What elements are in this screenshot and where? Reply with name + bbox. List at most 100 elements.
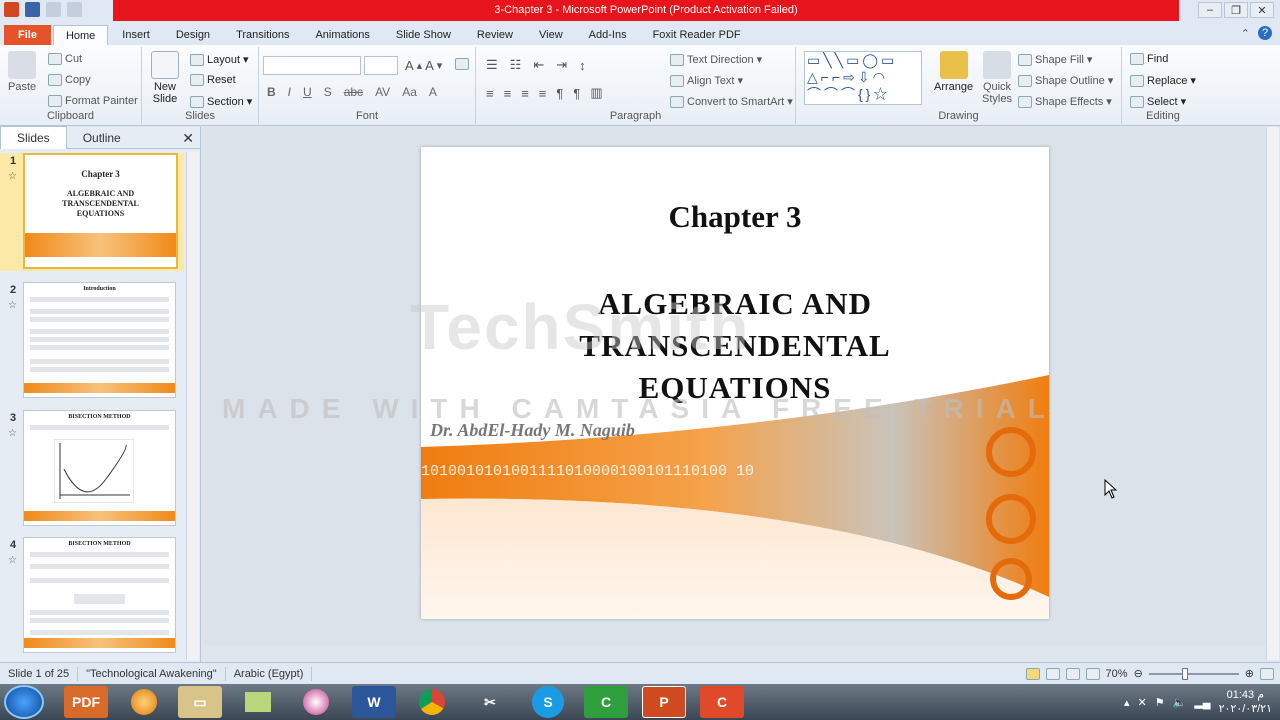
restore-button[interactable]: ❐	[1224, 2, 1248, 18]
quick-styles-button[interactable]: Quick Styles	[980, 51, 1014, 105]
slide-sorter-icon[interactable]	[1045, 667, 1060, 680]
slide-thumbnail-2[interactable]: 2 ☆ Introduction	[0, 282, 184, 400]
snipping-tool-icon[interactable]: ✂	[468, 686, 512, 718]
slide-thumbnail-4[interactable]: 4 ☆ BISECTION METHOD	[0, 537, 184, 655]
section-button[interactable]: Section ▾	[190, 95, 252, 108]
editor-scrollbar[interactable]	[1266, 127, 1279, 660]
slideshow-icon[interactable]	[1085, 667, 1100, 680]
justify-icon[interactable]: ≡	[539, 86, 547, 101]
strikethrough-icon[interactable]: abc	[344, 85, 363, 99]
tab-foxit[interactable]: Foxit Reader PDF	[641, 25, 753, 45]
tab-home[interactable]: Home	[52, 25, 109, 45]
align-buttons[interactable]: ≡ ≡ ≡ ≡ ¶ ¶ ▥	[486, 85, 603, 101]
slide-thumbnail-3[interactable]: 3 ☆ BISECTION METHOD	[0, 410, 184, 528]
new-slide-button[interactable]: New Slide	[148, 51, 182, 105]
bullets-icon[interactable]: ☰	[486, 57, 498, 73]
flag-icon[interactable]: ⚑	[1155, 696, 1165, 709]
undo-icon[interactable]	[46, 2, 61, 17]
fit-to-window-icon[interactable]	[1260, 667, 1274, 680]
tab-view[interactable]: View	[527, 25, 575, 45]
select-button[interactable]: Select ▾	[1130, 95, 1186, 108]
align-right-icon[interactable]: ≡	[521, 86, 529, 101]
word-app-icon[interactable]: W	[352, 686, 396, 718]
reset-button[interactable]: Reset	[190, 74, 236, 86]
tab-review[interactable]: Review	[465, 25, 525, 45]
tab-design[interactable]: Design	[164, 25, 222, 45]
layout-button[interactable]: Layout ▾	[190, 53, 249, 66]
shapes-gallery[interactable]: ▭╲╲▭◯▭ △⌐⌐⇨⇩◠ ⌒⌒⌒{}☆	[804, 51, 922, 105]
grow-font-icon[interactable]: A ▴ A ▾	[405, 58, 442, 73]
copy-button[interactable]: Copy	[48, 74, 91, 86]
shape-fill-button[interactable]: Shape Fill ▾	[1018, 53, 1092, 66]
collapse-ribbon-icon[interactable]: ⌃	[1241, 27, 1250, 40]
decrease-indent-icon[interactable]: ⇤	[533, 57, 544, 73]
align-center-icon[interactable]: ≡	[504, 86, 512, 101]
powerpoint-logo-icon[interactable]	[4, 2, 19, 17]
font-size-field[interactable]	[364, 56, 398, 75]
tab-slides-pane[interactable]: Slides	[0, 126, 67, 149]
shadow-icon[interactable]: S	[324, 85, 332, 99]
pdf-app-icon[interactable]: PDF	[64, 686, 108, 718]
list-buttons[interactable]: ☰ ☷ ⇤ ⇥ ↕	[486, 57, 586, 73]
ltr-icon[interactable]: ¶	[573, 86, 580, 101]
format-painter-button[interactable]: Format Painter	[48, 95, 138, 107]
chrome-app-icon[interactable]	[410, 686, 454, 718]
zoom-in-icon[interactable]: ⊕	[1245, 667, 1254, 680]
normal-view-icon[interactable]	[1025, 667, 1040, 680]
replace-button[interactable]: Replace ▾	[1130, 74, 1196, 87]
camtasia-recorder-icon[interactable]: C	[584, 686, 628, 718]
char-spacing-icon[interactable]: AV	[375, 85, 390, 99]
align-left-icon[interactable]: ≡	[486, 86, 494, 101]
start-button[interactable]	[4, 685, 44, 719]
save-icon[interactable]	[25, 2, 40, 17]
text-direction-button[interactable]: Text Direction ▾	[670, 53, 762, 66]
columns-icon[interactable]: ▥	[590, 85, 602, 101]
tab-file[interactable]: File	[4, 25, 51, 45]
underline-icon[interactable]: U	[303, 85, 312, 99]
slide-canvas[interactable]: 1010010101001111010000100101110100 10 Ch…	[421, 147, 1049, 619]
reading-view-icon[interactable]	[1065, 667, 1080, 680]
tab-outline-pane[interactable]: Outline	[67, 127, 137, 149]
shape-effects-button[interactable]: Shape Effects ▾	[1018, 95, 1112, 108]
signal-icon[interactable]: ▂▄	[1194, 696, 1210, 709]
zoom-level[interactable]: 70%	[1106, 668, 1128, 680]
close-button[interactable]: ✕	[1250, 2, 1274, 18]
clear-format-icon[interactable]	[455, 58, 469, 70]
browser-app-icon[interactable]	[294, 686, 338, 718]
tab-transitions[interactable]: Transitions	[224, 25, 301, 45]
clock[interactable]: 01:43 م ٢٠٢٠/٠٣/٢١	[1219, 688, 1272, 716]
zoom-slider-thumb[interactable]	[1181, 667, 1188, 680]
tab-add-ins[interactable]: Add-Ins	[577, 25, 639, 45]
zoom-out-icon[interactable]: ⊖	[1134, 667, 1143, 680]
tab-insert[interactable]: Insert	[110, 25, 162, 45]
font-style-buttons[interactable]: B I U Sabc AV Aa A	[267, 85, 437, 99]
language-indicator[interactable]: Arabic (Egypt)	[226, 666, 313, 681]
tab-slide-show[interactable]: Slide Show	[384, 25, 463, 45]
redo-icon[interactable]	[67, 2, 82, 17]
zoom-slider[interactable]	[1148, 667, 1239, 680]
close-pane-icon[interactable]: ✕	[176, 127, 200, 149]
align-text-button[interactable]: Align Text ▾	[670, 74, 743, 87]
skype-app-icon[interactable]: S	[532, 686, 564, 718]
volume-icon[interactable]: 🔈	[1173, 696, 1187, 709]
camtasia-studio-icon[interactable]: C	[700, 686, 744, 718]
change-case-icon[interactable]: Aa	[402, 85, 417, 99]
folder-app-icon[interactable]	[236, 686, 280, 718]
numbering-icon[interactable]: ☷	[510, 57, 522, 73]
slide-thumbnail-1[interactable]: 1 ☆ Chapter 3 ALGEBRAIC AND TRANSCENDENT…	[0, 153, 184, 271]
paste-button[interactable]: Paste	[8, 51, 36, 93]
minimize-button[interactable]: –	[1198, 2, 1222, 18]
tab-animations[interactable]: Animations	[303, 25, 381, 45]
convert-smartart-button[interactable]: Convert to SmartArt ▾	[670, 95, 793, 108]
increase-indent-icon[interactable]: ⇥	[556, 57, 567, 73]
italic-icon[interactable]: I	[288, 85, 291, 99]
help-icon[interactable]: ?	[1258, 26, 1272, 40]
network-off-icon[interactable]: ✕	[1138, 696, 1147, 709]
rtl-icon[interactable]: ¶	[556, 86, 563, 101]
font-name-field[interactable]	[263, 56, 361, 75]
bold-icon[interactable]: B	[267, 85, 276, 99]
powerpoint-app-icon[interactable]: P	[642, 686, 686, 718]
find-button[interactable]: Find	[1130, 53, 1168, 65]
tray-arrow-icon[interactable]: ▴	[1124, 696, 1130, 709]
media-app-icon[interactable]	[122, 686, 166, 718]
